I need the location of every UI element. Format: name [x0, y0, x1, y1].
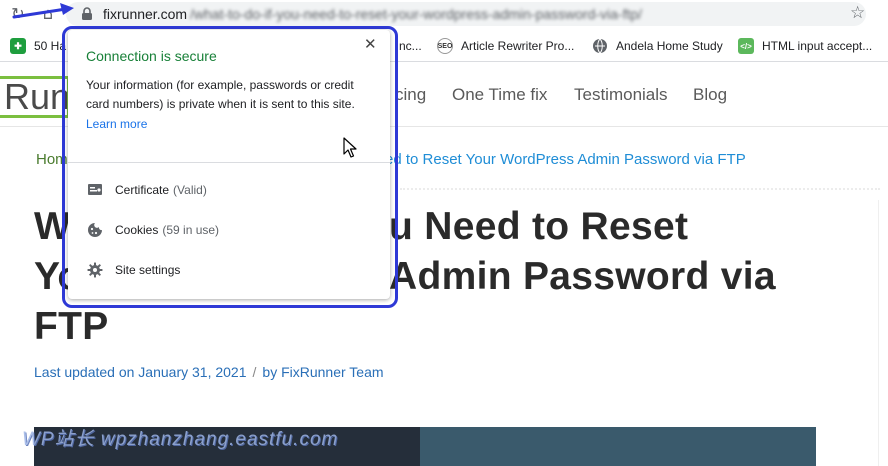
gear-icon: [87, 262, 103, 278]
menu-item-one-time-fix[interactable]: One Time fix: [452, 85, 547, 105]
site-info-popup: Connection is secure ✕ Your information …: [68, 30, 390, 299]
menu-item-blog[interactable]: Blog: [693, 85, 727, 105]
url-path[interactable]: /what-to-do-if-you-need-to-reset-your-wo…: [190, 6, 660, 22]
bookmark-label: Article Rewriter Pro...: [461, 39, 575, 53]
bookmark-item[interactable]: ✚ 50 Ha: [10, 37, 66, 55]
globe-icon: [593, 38, 607, 54]
bookmark-label: HTML input accept...: [762, 39, 873, 53]
meta-separator: /: [252, 364, 257, 380]
certificate-icon: [88, 184, 102, 195]
page-title: Admin Password via: [389, 255, 776, 298]
connection-status-title: Connection is secure: [86, 48, 217, 64]
site-settings-row[interactable]: Site settings: [68, 252, 390, 288]
url-host[interactable]: fixrunner.com: [103, 6, 187, 22]
last-updated: Last updated on January 31, 2021: [34, 364, 247, 380]
lock-icon[interactable]: [80, 7, 94, 21]
code-icon: </>: [738, 38, 754, 54]
learn-more-link[interactable]: Learn more: [86, 117, 147, 131]
certificate-label: Certificate: [115, 183, 170, 197]
mouse-cursor-icon: [343, 137, 357, 158]
breadcrumb-current: ed to Reset Your WordPress Admin Passwor…: [385, 151, 746, 168]
site-settings-label: Site settings: [115, 263, 181, 277]
certificate-row[interactable]: Certificate (Valid): [68, 172, 390, 208]
menu-item-testimonials[interactable]: Testimonials: [574, 85, 668, 105]
cookie-icon: [88, 223, 102, 237]
site-logo[interactable]: Run: [0, 76, 70, 118]
bookmark-label: nc...: [399, 39, 422, 53]
author-link[interactable]: by FixRunner Team: [262, 364, 383, 380]
bookmark-item[interactable]: </> HTML input accept...: [738, 37, 872, 55]
seo-icon: SEO: [437, 38, 453, 54]
page-title: u Need to Reset: [389, 205, 689, 248]
bookmark-item[interactable]: SEO Article Rewriter Pro...: [437, 37, 574, 55]
bookmark-item[interactable]: Andela Home Study: [592, 37, 723, 55]
certificate-status: (Valid): [173, 183, 207, 197]
bookmark-star-icon[interactable]: ☆: [850, 3, 865, 23]
bookmark-item[interactable]: nc...: [399, 37, 422, 55]
menu-item-pricing[interactable]: cing: [395, 85, 426, 105]
bookmark-label: Andela Home Study: [616, 39, 723, 53]
close-icon[interactable]: ✕: [364, 35, 377, 53]
page-title: FTP: [34, 305, 109, 348]
hero-image: [420, 427, 816, 466]
browser-toolbar: ↻ ⌂ fixrunner.com /what-to-do-if-you-nee…: [0, 0, 888, 28]
cookies-row[interactable]: Cookies (59 in use): [68, 212, 390, 248]
scrollbar-track[interactable]: [878, 200, 888, 466]
browser-window: ↻ ⌂ fixrunner.com /what-to-do-if-you-nee…: [0, 0, 888, 466]
annotation-arrow-icon: [12, 3, 74, 19]
watermark: WP站长 wpzhanzhang.eastfu.com: [22, 429, 339, 450]
connection-description: Your information (for example, passwords…: [86, 78, 355, 111]
cookies-label: Cookies: [115, 223, 159, 237]
post-meta: Last updated on January 31, 2021 / by FixR…: [34, 364, 384, 380]
cookies-count: (59 in use): [162, 223, 220, 237]
divider: [400, 188, 880, 194]
puzzle-icon: ✚: [10, 38, 26, 54]
divider: [68, 162, 390, 163]
